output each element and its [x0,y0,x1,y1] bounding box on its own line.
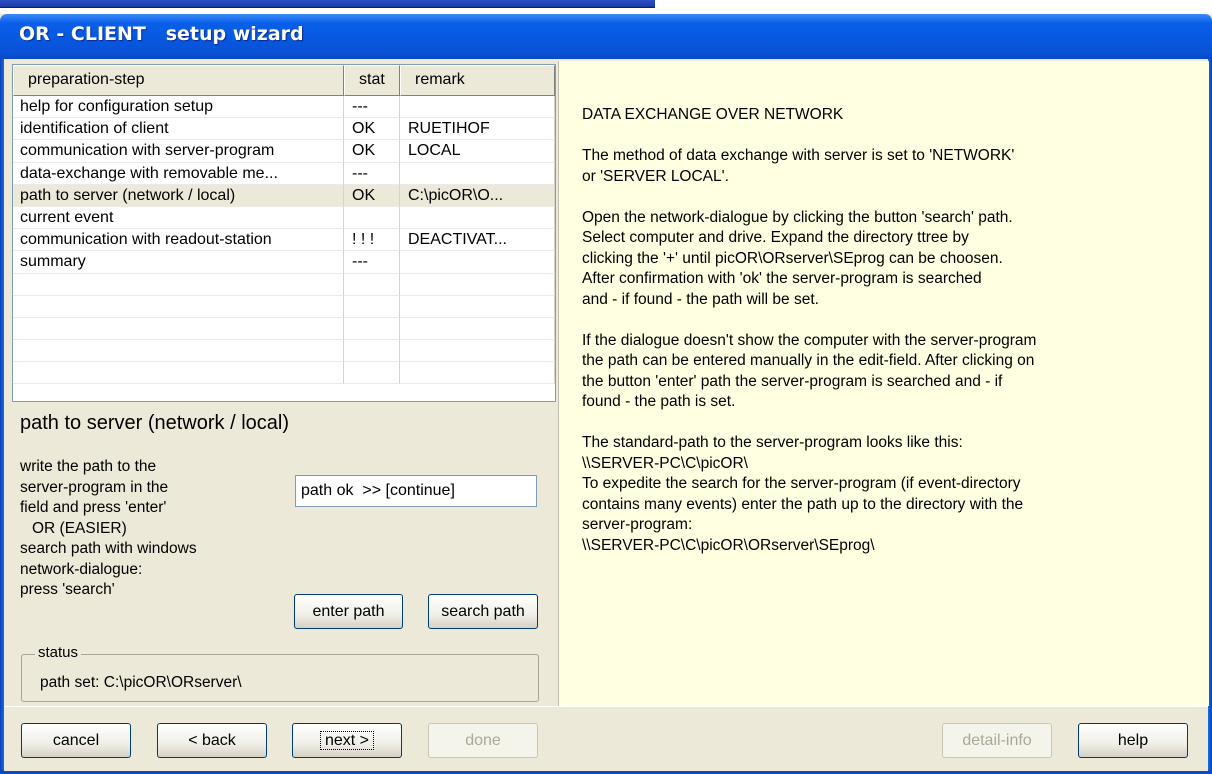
help-button[interactable]: help [1078,723,1188,758]
grid-row[interactable] [13,362,555,385]
instruction-line: press 'search' [20,581,115,598]
grid-cell-stat: ! ! ! [344,229,400,252]
grid-cell-remark [400,340,555,363]
title-bar[interactable]: OR - CLIENT setup wizard [0,14,1212,59]
grid-cell-stat [344,206,400,230]
grid-cell-stat: --- [344,162,400,185]
grid-cell-remark [400,273,555,296]
column-header-step[interactable]: preparation-step [13,65,344,96]
grid-header: preparation-step stat remark [13,65,555,96]
column-header-stat[interactable]: stat [344,65,400,96]
cancel-button[interactable]: cancel [21,723,131,758]
help-label: help [1117,731,1149,749]
grid-cell-remark [400,317,555,341]
grid-cell-step: communication with readout-station [13,229,344,252]
grid-row[interactable]: summary --- [13,251,555,274]
grid-cell-stat [344,317,400,341]
grid-cell-remark [400,96,555,119]
grid-cell-step: summary [13,251,344,274]
grid-row[interactable]: current event [13,206,555,230]
background-window-edge [0,0,655,8]
step-instructions: write the path to the server-program in … [20,457,260,601]
grid-row[interactable]: help for configuration setup --- [13,96,555,119]
grid-cell-step [13,317,344,341]
search-path-label: search path [441,602,525,620]
grid-cell-remark [400,206,555,230]
help-text: DATA EXCHANGE OVER NETWORK The method of… [582,105,1192,556]
grid-row[interactable] [13,340,555,363]
grid-cell-step: data-exchange with removable me... [13,162,344,185]
grid-cell-stat: OK [344,118,400,141]
preparation-steps-grid[interactable]: preparation-step stat remark help for co… [12,64,556,402]
back-label: < back [188,731,236,749]
grid-cell-step: current event [13,206,344,230]
instruction-line: search path with windows [20,540,197,557]
grid-cell-remark [400,162,555,185]
status-legend: status [35,644,82,661]
status-text: path set: C:\picOR\ORserver\ [40,674,242,691]
done-button[interactable]: done [428,723,538,758]
back-button[interactable]: < back [157,723,267,758]
grid-cell-remark: C:\picOR\O... [400,184,555,207]
next-button[interactable]: next > [292,723,402,758]
server-path-input[interactable] [295,475,537,507]
enter-path-label: enter path [312,602,385,620]
grid-cell-remark: LOCAL [400,140,555,163]
grid-cell-stat: OK [344,140,400,163]
help-paragraph: The method of data exchange with server … [582,147,1015,185]
help-panel: DATA EXCHANGE OVER NETWORK The method of… [558,61,1209,706]
grid-cell-stat [344,273,400,296]
grid-cell-remark: RUETIHOF [400,118,555,141]
grid-cell-step: identification of client [13,118,344,141]
grid-cell-step: path to server (network / local) [13,184,344,207]
help-paragraph: The standard-path to the server-program … [582,434,1024,554]
grid-cell-step: communication with server-program [13,140,344,163]
grid-cell-step [13,340,344,363]
grid-cell-stat [344,340,400,363]
grid-cell-step [13,362,344,385]
instruction-line: OR (EASIER) [32,519,127,537]
grid-cell-remark [400,362,555,385]
setup-wizard-window: OR - CLIENT setup wizard preparation-ste… [0,14,1212,774]
grid-cell-step: help for configuration setup [13,96,344,119]
grid-row[interactable] [13,317,555,341]
detail-info-button[interactable]: detail-info [942,723,1052,758]
grid-body: help for configuration setup --- identific… [13,96,555,385]
grid-row[interactable] [13,295,555,318]
detail-info-label: detail-info [962,731,1032,749]
help-heading: DATA EXCHANGE OVER NETWORK [582,106,844,123]
grid-row[interactable]: data-exchange with removable me... --- [13,162,555,185]
grid-cell-remark [400,295,555,318]
instruction-line: write the path to the [20,458,157,475]
window-title: OR - CLIENT setup wizard [19,23,304,45]
column-header-remark[interactable]: remark [400,65,555,96]
enter-path-button[interactable]: enter path [294,594,403,629]
grid-row[interactable]: identification of client OK RUETIHOF [13,118,555,141]
grid-row[interactable]: communication with server-program OK LOCAL [13,140,555,163]
grid-cell-stat [344,295,400,318]
grid-cell-stat: OK [344,184,400,207]
grid-cell-stat: --- [344,251,400,274]
help-paragraph: Open the network-dialogue by clicking th… [582,208,1013,308]
grid-cell-step [13,273,344,296]
grid-cell-remark: DEACTIVAT... [400,229,555,252]
done-label: done [465,731,501,749]
instruction-line: field and press 'enter' [20,499,167,516]
next-label: next > [319,730,375,750]
grid-row[interactable]: communication with readout-station! ! ! D… [13,229,555,252]
search-path-button[interactable]: search path [428,594,538,629]
window-frame-left [0,59,4,774]
instruction-line: network-dialogue: [20,560,143,578]
grid-row[interactable] [13,273,555,296]
step-title: path to server (network / local) [20,412,289,434]
help-paragraph: If the dialogue doesn't show the compute… [582,331,1037,411]
grid-cell-stat: --- [344,96,400,119]
grid-row[interactable]: path to server (network / local) OK C:\pic… [13,184,555,207]
instruction-line: server-program in the [20,478,169,496]
grid-cell-remark [400,251,555,274]
grid-cell-stat [344,362,400,385]
cancel-label: cancel [52,731,100,749]
grid-cell-step [13,295,344,318]
